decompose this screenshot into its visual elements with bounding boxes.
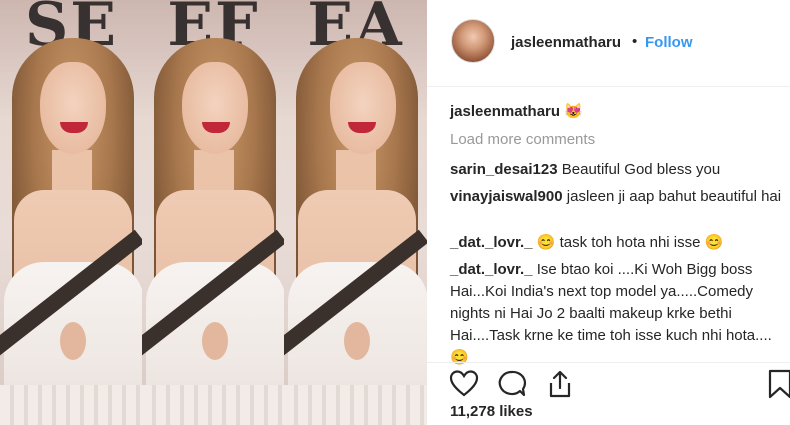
list-item: vinayjaiswal900 jasleen ji aap bahut bea… — [450, 186, 785, 208]
list-item: _dat._lovr._ Ise btao koi ....Ki Woh Big… — [450, 259, 785, 369]
caption-text: 😻 — [564, 103, 583, 120]
comment-username[interactable]: sarin_desai123 — [450, 161, 558, 178]
caption-username[interactable]: jasleenmatharu — [450, 103, 560, 120]
comment-text: Beautiful God bless you — [561, 161, 721, 178]
photo-panel-right: EA — [284, 0, 427, 425]
separator-dot: • — [632, 33, 638, 50]
list-item: _dat._lovr._ 😊 task toh hota nhi isse 😊 — [450, 232, 785, 254]
comment-text: 😊 task toh hota nhi isse 😊 — [536, 234, 724, 251]
post-header: jasleenmatharu • Follow — [427, 0, 790, 87]
photo-panel-left: SE — [0, 0, 143, 425]
caption: jasleenmatharu 😻 — [450, 101, 583, 123]
list-item: sarin_desai123 Beautiful God bless you — [450, 159, 785, 181]
comment-text: jasleen ji aap bahut beautiful hai — [566, 188, 782, 205]
comment-username[interactable]: _dat._lovr._ — [450, 234, 533, 251]
likes-count[interactable]: 11,278 likes — [450, 403, 533, 420]
load-more-comments-button[interactable]: Load more comments — [450, 129, 595, 151]
action-bar — [427, 362, 790, 399]
comment-icon[interactable] — [497, 369, 527, 399]
post-side-pane: jasleenmatharu • Follow jasleenmatharu 😻… — [427, 0, 790, 425]
avatar[interactable] — [451, 19, 495, 63]
comment-username[interactable]: vinayjaiswal900 — [450, 188, 563, 205]
follow-button[interactable]: Follow — [645, 34, 693, 51]
heart-icon[interactable] — [449, 369, 479, 399]
share-icon[interactable] — [545, 369, 575, 399]
comment-username[interactable]: _dat._lovr._ — [450, 261, 533, 278]
photo-panel-center: EF — [142, 0, 285, 425]
header-username[interactable]: jasleenmatharu — [511, 34, 621, 51]
post-photo: SE EF EA — [0, 0, 427, 425]
bookmark-icon[interactable] — [765, 369, 790, 399]
